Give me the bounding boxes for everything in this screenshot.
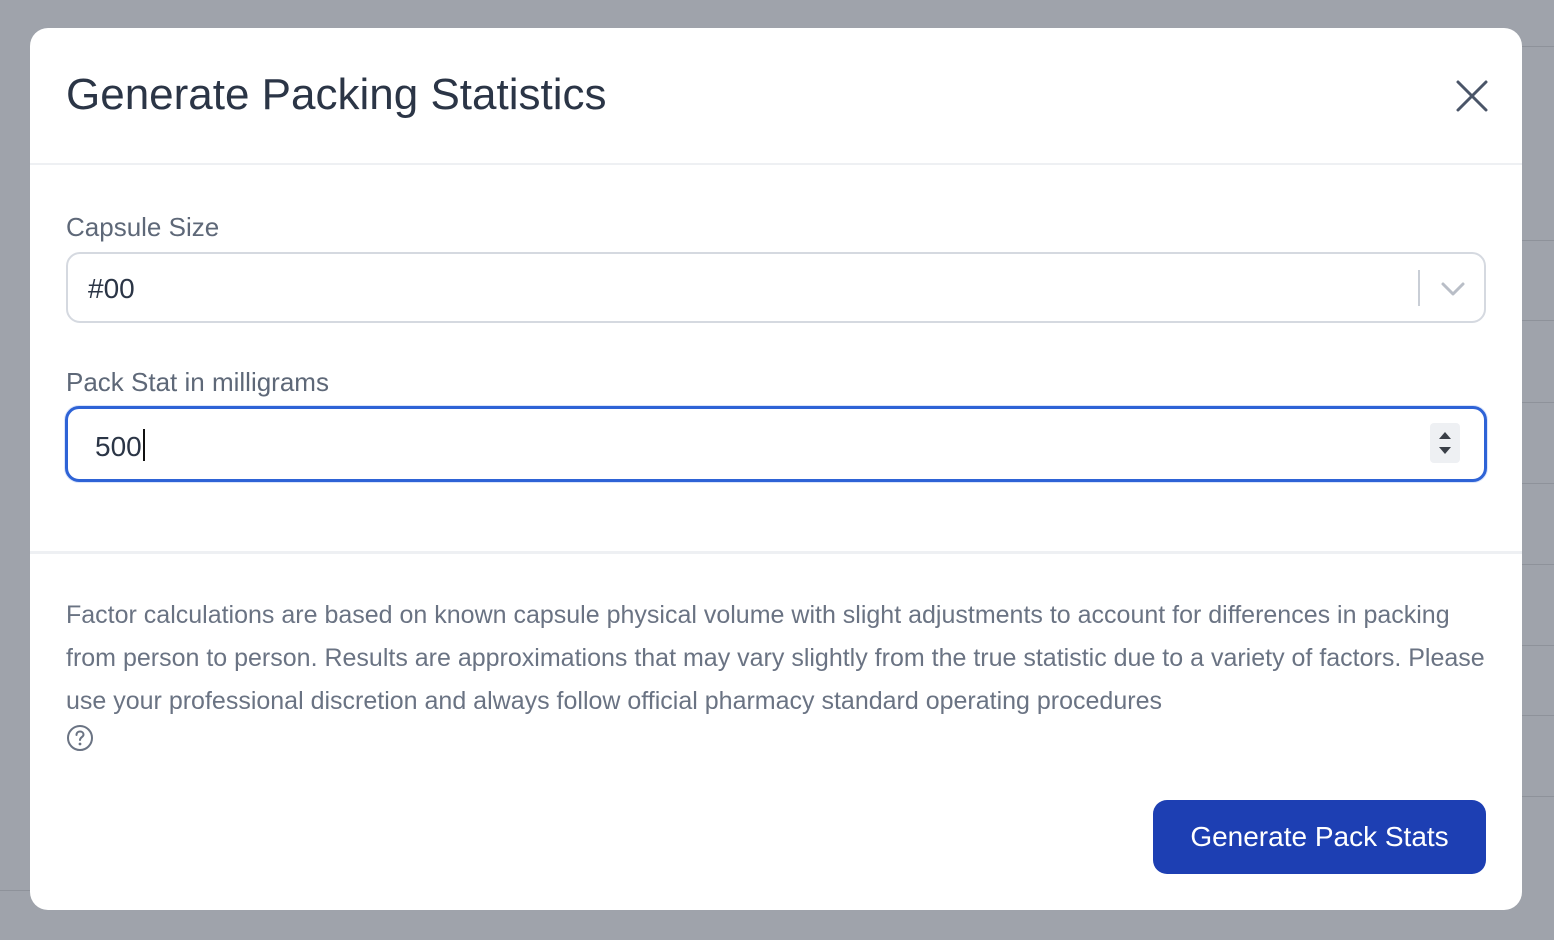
stepper-arrows-icon xyxy=(1439,432,1451,454)
close-button[interactable] xyxy=(1452,76,1492,116)
capsule-size-select[interactable]: #00 xyxy=(66,252,1486,323)
pack-stat-value: 500 xyxy=(95,429,145,463)
modal-title: Generate Packing Statistics xyxy=(66,70,607,119)
bg-divider xyxy=(1522,240,1554,241)
disclaimer-text: Factor calculations are based on known c… xyxy=(66,601,1485,715)
bg-divider xyxy=(0,890,30,891)
modal-header: Generate Packing Statistics xyxy=(30,28,1522,165)
bg-divider xyxy=(1522,320,1554,321)
generate-pack-stats-button[interactable]: Generate Pack Stats xyxy=(1153,800,1486,874)
close-icon xyxy=(1456,80,1488,112)
generate-packing-statistics-modal: Generate Packing Statistics Capsule Size… xyxy=(30,28,1522,910)
text-caret xyxy=(142,429,145,461)
select-separator xyxy=(1418,270,1420,306)
chevron-down-icon[interactable] xyxy=(1438,276,1468,302)
bg-divider xyxy=(1522,796,1554,797)
bg-divider xyxy=(1522,564,1554,565)
section-divider xyxy=(30,551,1522,554)
bg-divider xyxy=(1522,645,1554,646)
capsule-size-value: #00 xyxy=(88,273,135,304)
help-circle-icon[interactable] xyxy=(66,724,94,752)
pack-stat-input[interactable]: 500 xyxy=(65,406,1487,482)
bg-divider xyxy=(1522,483,1554,484)
bg-divider xyxy=(1522,46,1554,47)
bg-divider xyxy=(1522,402,1554,403)
bg-divider xyxy=(1522,715,1554,716)
number-stepper[interactable] xyxy=(1430,423,1460,463)
pack-stat-label: Pack Stat in milligrams xyxy=(66,367,329,397)
capsule-size-label: Capsule Size xyxy=(66,212,220,242)
